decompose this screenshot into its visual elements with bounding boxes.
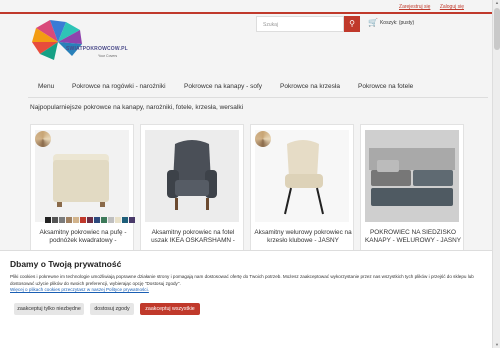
cookie-body: Pliki cookies i pokrewne im technologie … [10, 274, 474, 286]
logo-subtitle: Your Covers [98, 54, 118, 58]
scrollbar[interactable]: ▲ ▼ [492, 0, 500, 348]
privacy-policy-link[interactable]: Więcej o plikach cookies przeczytasz w n… [10, 287, 149, 292]
header-divider [0, 12, 492, 14]
product-card[interactable]: Aksamitny welurowy pokrowiec na krzesło … [250, 124, 354, 258]
customize-consent-button[interactable]: dostosuj zgody [90, 303, 134, 315]
logo-text: SWIATPOKROWCOW.PL [66, 46, 128, 52]
product-title[interactable]: Aksamitny pokrowiec na pufę - podnóżek k… [33, 229, 133, 244]
accept-all-button[interactable]: zaakceptuj wszystkie [140, 303, 200, 315]
scroll-up-icon[interactable]: ▲ [494, 0, 500, 6]
cookie-title: Dbamy o Twoją prywatność [10, 259, 122, 269]
color-palette [45, 217, 135, 223]
product-card[interactable]: Aksamitny pokrowiec na pufę - podnóżek k… [30, 124, 135, 258]
login-link[interactable]: Zaloguj się [440, 4, 464, 10]
cart-label: Koszyk: (pusty) [379, 19, 415, 26]
main-nav: Menu Pokrowce na rogówki - narożniki Pok… [28, 78, 488, 98]
nav-item-sofa-covers[interactable]: Pokrowce na kanapy - sofy [184, 83, 262, 90]
scrollbar-thumb[interactable] [494, 8, 500, 50]
cookie-consent-modal: Dbamy o Twoją prywatność Pliki cookies i… [0, 250, 492, 348]
fabric-swatch-icon [35, 131, 51, 147]
account-links: Zarejestruj się Zaloguj się [391, 4, 464, 10]
product-image-armchair[interactable] [145, 130, 239, 222]
armchair-image [145, 130, 239, 222]
nav-item-armchair-covers[interactable]: Pokrowce na fotele [358, 83, 413, 90]
fabric-swatch-icon [255, 131, 271, 147]
logo[interactable]: SWIATPOKROWCOW.PL Your Covers [28, 16, 138, 76]
scroll-down-icon[interactable]: ▼ [494, 342, 500, 348]
page: Zarejestruj się Zaloguj się SWIATPOKROWC… [0, 0, 492, 348]
accept-necessary-button[interactable]: zaakceptuj tylko niezbędne [14, 303, 84, 315]
product-card[interactable]: Aksamitny pokrowiec na fotel uszak IKEA … [140, 124, 244, 258]
cart[interactable]: 🛒 Koszyk: (pusty) [368, 18, 414, 27]
nav-item-chair-covers[interactable]: Pokrowce na krzesła [280, 83, 340, 90]
product-title[interactable]: Aksamitny pokrowiec na fotel uszak IKEA … [143, 229, 243, 244]
nav-item-menu[interactable]: Menu [38, 83, 54, 90]
nav-item-corner-covers[interactable]: Pokrowce na rogówki - narożniki [72, 83, 166, 90]
top-bar: Zarejestruj się Zaloguj się [0, 0, 492, 12]
product-card[interactable]: POKROWIEC NA SIEDZISKO KANAPY - WELUROWY… [360, 124, 464, 258]
cart-icon: 🛒 [368, 18, 378, 27]
product-image-sofa[interactable] [365, 130, 459, 222]
product-title[interactable]: Aksamitny welurowy pokrowiec na krzesło … [253, 229, 353, 244]
search-input[interactable]: Szukaj [256, 16, 344, 32]
product-title[interactable]: POKROWIEC NA SIEDZISKO KANAPY - WELUROWY… [363, 229, 463, 244]
register-link[interactable]: Zarejestruj się [399, 4, 430, 10]
section-heading: Najpopularniejsze pokrowce na kanapy, na… [30, 104, 244, 111]
search-button[interactable]: ⚲ [344, 16, 360, 32]
sofa-image [365, 130, 459, 222]
search-icon: ⚲ [349, 19, 355, 28]
